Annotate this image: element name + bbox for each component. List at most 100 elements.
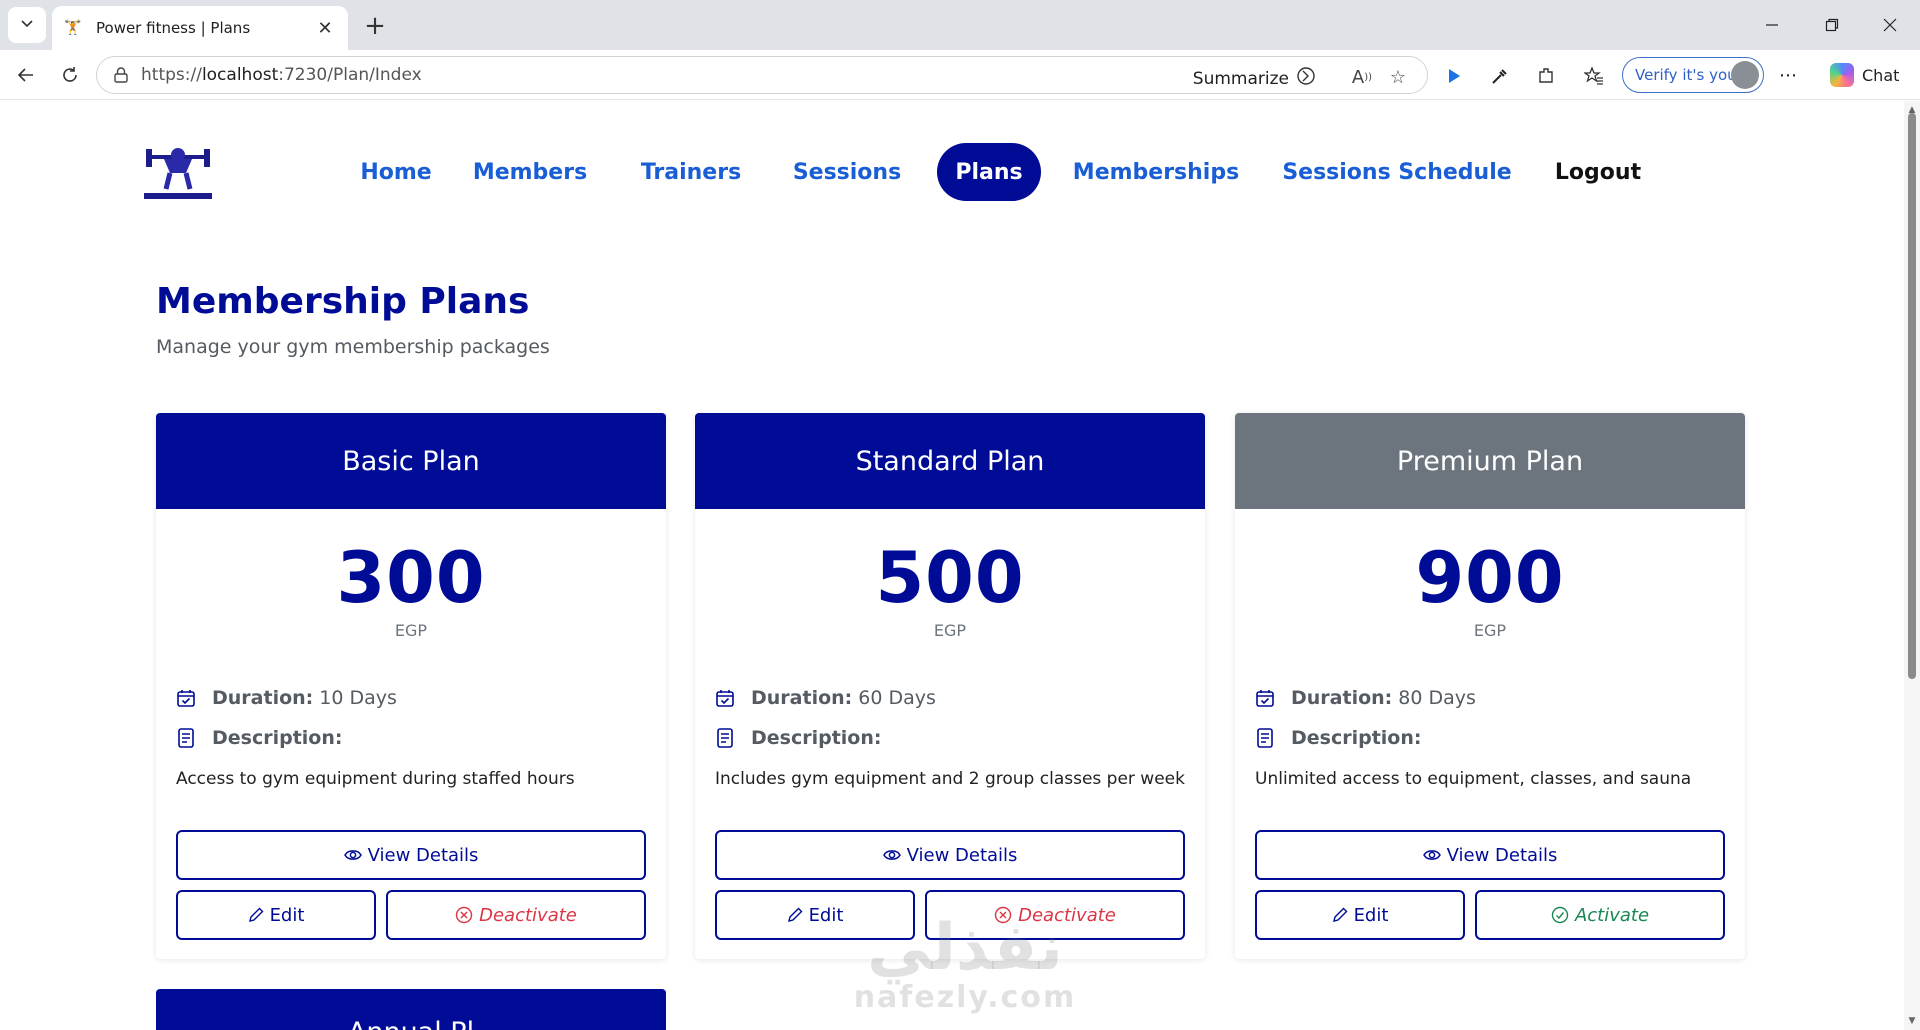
pencil-icon	[787, 907, 803, 923]
back-button[interactable]	[8, 58, 44, 92]
tab-actions-menu-button[interactable]	[8, 7, 46, 43]
nav-memberships-link[interactable]: Memberships	[1064, 143, 1248, 201]
document-icon	[176, 727, 196, 749]
favorite-star-icon[interactable]: ☆	[1387, 66, 1409, 88]
lock-icon[interactable]	[111, 65, 131, 85]
duration-value: 60 Days	[858, 687, 936, 709]
plan-currency: EGP	[1473, 621, 1507, 640]
page-title: Membership Plans	[156, 281, 530, 322]
browser-tab-active[interactable]: 🏋 Power fitness | Plans ✕	[52, 6, 348, 50]
minimize-button[interactable]	[1744, 8, 1800, 42]
edit-label: Edit	[269, 904, 305, 926]
url-text: https://localhost:7230/Plan/Index	[141, 65, 422, 85]
nav-plans-link[interactable]: Plans	[937, 143, 1041, 201]
plan-description-text: Access to gym equipment during staffed h…	[176, 769, 575, 789]
nav-members-link[interactable]: Members	[466, 143, 594, 201]
verify-label: Verify it's you	[1635, 66, 1737, 84]
duration-label: Duration:	[1291, 687, 1393, 709]
plan-description-text: Unlimited access to equipment, classes, …	[1255, 769, 1692, 789]
favorites-icon[interactable]	[1580, 62, 1608, 90]
more-options-icon[interactable]: ···	[1774, 62, 1802, 90]
plan-description-row: Description:	[1255, 727, 1428, 749]
view-details-label: View Details	[367, 844, 479, 866]
eyedropper-icon[interactable]	[1486, 62, 1514, 90]
plan-description-row: Description:	[176, 727, 349, 749]
restore-button[interactable]	[1804, 8, 1860, 42]
plan-card-standard: Standard Plan 500 EGP Duration: 60 Days …	[695, 413, 1205, 959]
plan-currency: EGP	[394, 621, 428, 640]
edit-label: Edit	[808, 904, 844, 926]
plan-card-header: Standard Plan	[695, 413, 1205, 509]
nav-logout-link[interactable]: Logout	[1546, 143, 1650, 201]
nav-sessions-schedule-link[interactable]: Sessions Schedule	[1280, 143, 1514, 201]
page-scrollbar[interactable]: ▲ ▼	[1904, 101, 1920, 1030]
deactivate-button[interactable]: Deactivate	[386, 890, 646, 940]
calendar-check-icon	[1255, 687, 1275, 709]
calendar-check-icon	[176, 687, 196, 709]
calendar-check-icon	[715, 687, 735, 709]
tab-title: Power fitness | Plans	[96, 19, 251, 37]
nav-sessions-link[interactable]: Sessions	[786, 143, 908, 201]
address-bar[interactable]: https://localhost:7230/Plan/Index Summar…	[96, 56, 1428, 94]
pencil-icon	[248, 907, 264, 923]
extensions-icon[interactable]	[1532, 62, 1560, 90]
verify-profile-button[interactable]: Verify it's you	[1622, 57, 1764, 93]
eye-icon	[343, 848, 362, 862]
plan-duration-row: Duration: 10 Days	[176, 687, 397, 709]
eye-icon	[882, 848, 901, 862]
close-tab-icon[interactable]: ✕	[314, 17, 336, 39]
watermark-latin: nafezly.com	[853, 980, 1077, 1015]
page-subtitle: Manage your gym membership packages	[156, 336, 550, 358]
plan-duration-row: Duration: 80 Days	[1255, 687, 1476, 709]
plan-price: 900	[1415, 537, 1565, 619]
deactivate-label: Deactivate	[479, 904, 577, 926]
edit-button[interactable]: Edit	[176, 890, 376, 940]
avatar	[1731, 61, 1759, 89]
plan-card-header: Premium Plan	[1235, 413, 1745, 509]
view-details-label: View Details	[906, 844, 1018, 866]
plan-price: 500	[875, 537, 1025, 619]
document-icon	[1255, 727, 1275, 749]
browser-toolbar: https://localhost:7230/Plan/Index Summar…	[0, 50, 1920, 100]
nav-trainers-link[interactable]: Trainers	[630, 143, 752, 201]
plan-card-premium: Premium Plan 900 EGP Duration: 80 Days D…	[1235, 413, 1745, 959]
chat-label: Chat	[1862, 65, 1900, 85]
weightlifter-favicon-icon: 🏋	[64, 20, 82, 36]
edit-label: Edit	[1353, 904, 1389, 926]
plan-description-row: Description:	[715, 727, 888, 749]
view-details-button[interactable]: View Details	[1255, 830, 1725, 880]
activate-button[interactable]: Activate	[1475, 890, 1725, 940]
plan-description-text: Includes gym equipment and 2 group class…	[715, 769, 1185, 789]
document-icon	[715, 727, 735, 749]
summarize-icon	[1295, 65, 1317, 92]
scroll-down-arrow-icon[interactable]: ▼	[1907, 1016, 1917, 1026]
nafezly-watermark: نفذلي nafezly.com	[850, 916, 1080, 1015]
plan-price: 300	[336, 537, 486, 619]
description-label: Description:	[212, 727, 343, 749]
read-aloud-icon[interactable]: A))	[1351, 66, 1373, 88]
pencil-icon	[1332, 907, 1348, 923]
view-details-label: View Details	[1446, 844, 1558, 866]
new-tab-button[interactable]: +	[358, 10, 392, 42]
duration-value: 10 Days	[319, 687, 397, 709]
edit-button[interactable]: Edit	[1255, 890, 1465, 940]
copilot-icon	[1830, 63, 1854, 87]
play-cursor-icon[interactable]	[1440, 62, 1468, 90]
duration-value: 80 Days	[1398, 687, 1476, 709]
plan-card-header: Basic Plan	[156, 413, 666, 509]
chevron-down-icon	[19, 15, 35, 35]
scrollbar-thumb[interactable]	[1908, 113, 1916, 679]
nav-home-link[interactable]: Home	[346, 143, 446, 201]
close-window-button[interactable]	[1862, 8, 1918, 42]
view-details-button[interactable]: View Details	[176, 830, 646, 880]
view-details-button[interactable]: View Details	[715, 830, 1185, 880]
power-fitness-logo[interactable]	[140, 135, 216, 207]
summarize-button[interactable]: Summarize	[1193, 65, 1317, 92]
x-circle-icon	[455, 906, 473, 924]
refresh-button[interactable]	[52, 58, 88, 92]
browser-tab-bar: 🏋 Power fitness | Plans ✕ +	[0, 0, 1920, 50]
check-circle-icon	[1551, 906, 1569, 924]
plan-card-basic: Basic Plan 300 EGP Duration: 10 Days Des…	[156, 413, 666, 959]
copilot-chat-button[interactable]: Chat	[1824, 57, 1912, 93]
eye-icon	[1422, 848, 1441, 862]
